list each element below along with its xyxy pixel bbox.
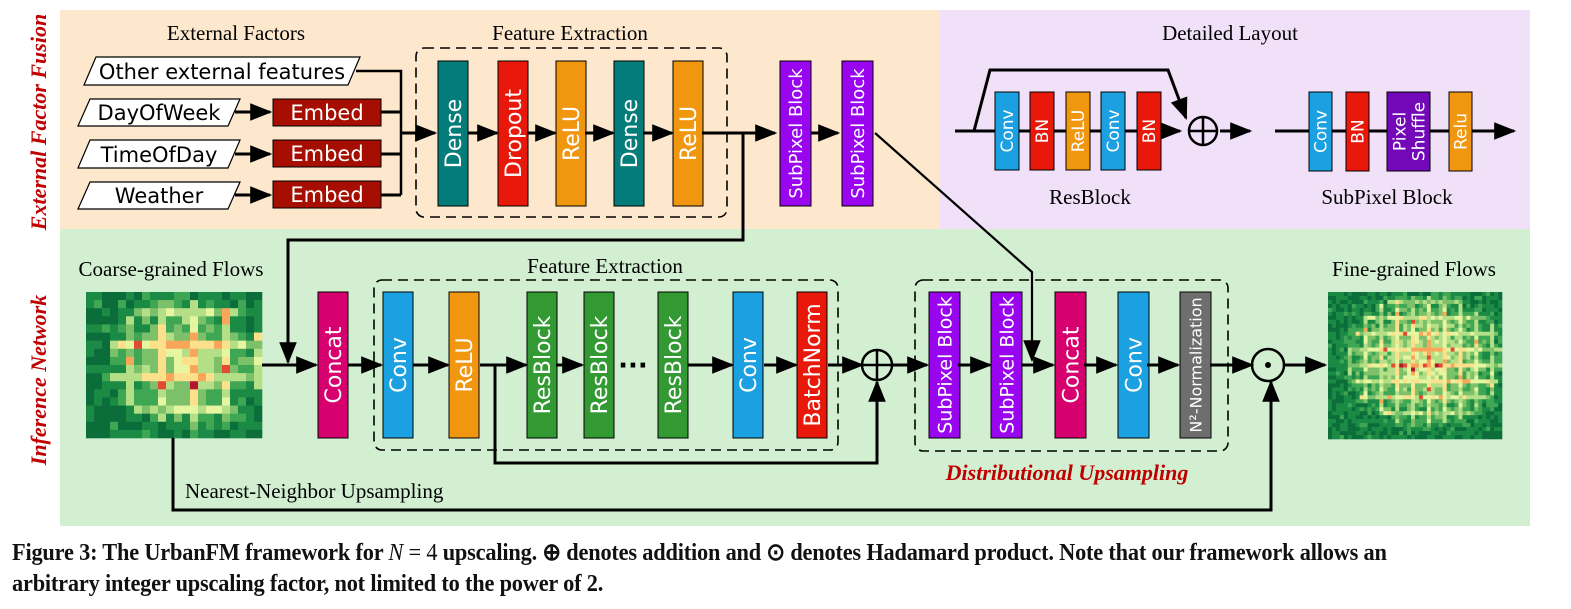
concat-label: Concat [322,326,347,403]
layer-label: ResBlock [588,315,613,414]
subpixel-detail-title: SubPixel Block [1321,185,1453,209]
pixel-shuffle-block: Pixel Shuffle [1386,91,1431,172]
conv-block: Conv [382,291,414,439]
layer-label: N²-Normalization [1186,297,1205,432]
resblock-block: ResBlock [526,291,558,439]
conv-block: Conv [994,91,1020,171]
layer-label: Conv [1312,110,1332,153]
section-label-inference-network: Inference Network [26,295,51,466]
relu-block: ReLU [1065,91,1091,171]
layer-label: Shuffle [1410,102,1430,161]
layer-label: ResBlock [662,315,687,414]
relu-block: Relu [1448,91,1473,172]
n-normalization-block: N²-Normalization [1179,291,1212,439]
dense-block: Dense [437,60,469,207]
dropout-block: Dropout [497,60,529,207]
subpixel-block-block: SubPixel Block [841,60,874,207]
layer-label: SubPixel Block [996,296,1018,434]
layer-label: Conv [1122,337,1147,393]
caption-math: N [388,540,404,566]
bn-block: BN [1136,91,1162,171]
fine-flow-map [1328,292,1503,440]
add-icon [860,348,894,382]
resblock-detail-title: ResBlock [1049,185,1131,209]
input-label: TimeOfDay [100,143,218,167]
layer-label: Dropout [502,89,527,178]
layer-label: SubPixel Block [848,68,869,199]
section-label-external-factor-fusion: External Factor Fusion [26,14,51,231]
subpixel-block-block: SubPixel Block [779,60,812,207]
bottom-feature-extraction-layers: Conv ReLU ResBlock ResBlock ResBlock Conv Batc… [382,291,828,439]
layer-label: Conv [387,337,412,393]
resblock-block: ResBlock [657,291,689,439]
resblock-ellipsis: ··· [618,351,648,381]
conv-block: Conv [732,291,764,439]
embed-label: Embed [290,101,363,125]
subpixel-block-block: SubPixel Block [990,291,1023,439]
embed-block: Embed [272,139,382,168]
layer-label: Conv [1104,109,1124,152]
urbanfm-diagram: External Factor Fusion Inference Network… [26,10,1530,526]
layer-label: BN [1140,119,1160,143]
layer-label: ReLU [677,106,702,161]
fine-flows-title: Fine-grained Flows [1332,257,1496,281]
coarse-flows-title: Coarse-grained Flows [79,257,264,281]
conv-block: Conv [1117,291,1150,439]
resblock-block: ResBlock [583,291,615,439]
layer-label: Concat [1059,326,1084,403]
relu-block: ReLU [672,60,704,207]
layer-label: Conv [737,337,762,393]
top-feature-extraction-title: Feature Extraction [492,21,648,45]
bn-block: BN [1029,91,1055,171]
input-other-external-features: Other external features [83,56,361,86]
batchnorm-block: BatchNorm [796,291,828,439]
bn-block: BN [1345,91,1370,172]
figure-caption: Figure 3: The UrbanFM framework for N = … [12,538,1458,600]
bottom-feature-extraction-title: Feature Extraction [527,254,683,278]
embed-block: Embed [272,98,382,127]
layer-label: BatchNorm [801,303,826,426]
layer-label: ReLU [1069,110,1089,153]
layer-label: Dense [442,99,467,168]
layer-label: BN [1033,119,1053,143]
conv-block: Conv [1308,91,1333,172]
coarse-flow-map [86,292,263,439]
caption-eq: = 4 [403,540,438,566]
distributional-upsampling-title: Distributional Upsampling [945,460,1189,485]
layer-label: ReLU [453,337,478,392]
layer-label: BN [1349,119,1369,143]
concat-block: Concat [317,291,349,439]
embed-block: Embed [272,180,382,209]
layer-label: Pixel [1391,112,1411,151]
input-weather: Weather [77,181,241,210]
relu-block: ReLU [448,291,480,439]
layer-label: SubPixel Block [934,296,956,434]
layer-label: Conv [998,109,1018,152]
embed-label: Embed [290,142,363,166]
concat-block: Concat [1054,291,1087,439]
relu-block: ReLU [555,60,587,207]
add-icon [1187,115,1219,147]
input-timeofday: TimeOfDay [77,139,241,169]
external-factors-title: External Factors [167,21,305,45]
input-label: DayOfWeek [98,101,222,125]
input-label: Weather [115,184,204,208]
layer-label: ResBlock [531,315,556,414]
embed-label: Embed [290,183,363,207]
layer-label: Dense [618,99,643,168]
layer-label: Relu [1452,113,1472,150]
input-dayofweek: DayOfWeek [77,98,241,127]
input-label: Other external features [99,60,345,84]
dense-block: Dense [613,60,645,207]
nearest-neighbor-upsampling-label: Nearest-Neighbor Upsampling [185,479,444,503]
layer-label: ReLU [560,106,585,161]
caption-prefix: Figure 3: The UrbanFM framework for [12,540,389,566]
detailed-layout-title: Detailed Layout [1162,21,1298,45]
conv-block: Conv [1100,91,1126,171]
subpixel-block-block: SubPixel Block [928,291,961,439]
layer-label: SubPixel Block [786,68,807,199]
